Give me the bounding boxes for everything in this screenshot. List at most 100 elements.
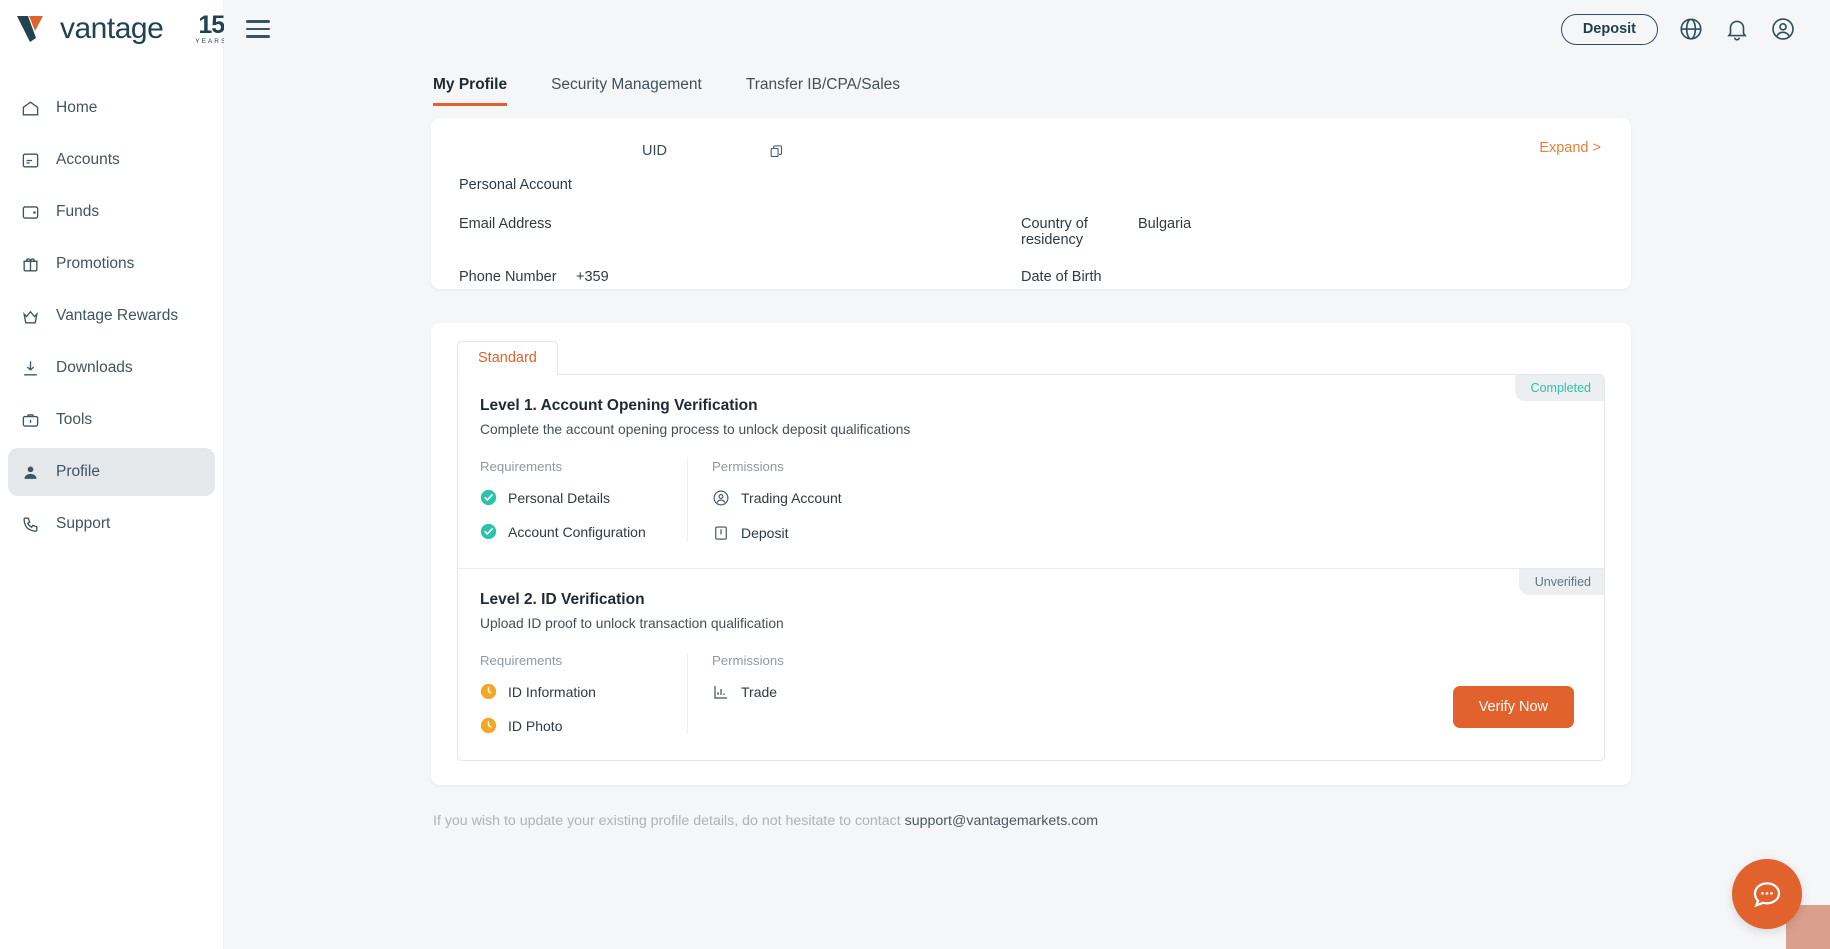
user-circle-icon <box>712 489 730 507</box>
copy-icon[interactable] <box>769 144 784 159</box>
deposit-icon <box>712 524 730 542</box>
brand-name: vantage <box>60 12 164 45</box>
clock-circle-icon <box>480 717 497 734</box>
requirements-header: Requirements <box>480 653 563 668</box>
sidebar-item-label: Vantage Rewards <box>56 307 179 324</box>
field-phone-number: Phone Number +359 <box>459 269 1021 285</box>
sidebar-item-profile[interactable]: Profile <box>8 448 215 496</box>
content-column: My Profile Security Management Transfer … <box>431 58 1631 829</box>
chart-icon <box>712 683 730 701</box>
brand-logo[interactable]: vantage 15 YEARS <box>0 0 225 58</box>
requirements-column: Requirements ID Information ID Photo <box>480 653 687 734</box>
footer-text: If you wish to update your existing prof… <box>433 813 905 829</box>
expand-link[interactable]: Expand > <box>1539 140 1601 156</box>
sidebar-item-funds[interactable]: Funds <box>8 188 215 236</box>
topbar-actions: Deposit <box>1560 13 1796 45</box>
uid-label: UID <box>642 143 667 159</box>
sidebar-item-label: Home <box>56 99 98 116</box>
tab-security-management[interactable]: Security Management <box>551 76 702 106</box>
crown-icon <box>21 307 40 326</box>
level-title: Level 2. ID Verification <box>480 591 645 608</box>
top-bar: Deposit <box>224 0 1830 58</box>
account-circle-icon[interactable] <box>1770 16 1796 42</box>
status-badge: Completed <box>1514 375 1604 401</box>
requirement-label: Personal Details <box>508 489 610 506</box>
sidebar-item-tools[interactable]: Tools <box>8 396 215 444</box>
profile-tabs: My Profile Security Management Transfer … <box>431 58 1631 106</box>
permission-item: Trade <box>712 683 1017 701</box>
gift-icon <box>21 255 40 274</box>
anniversary-label: YEARS <box>195 37 228 45</box>
sidebar-item-accounts[interactable]: Accounts <box>8 136 215 184</box>
sidebar-item-label: Funds <box>56 203 100 220</box>
requirement-label: ID Information <box>508 683 596 700</box>
verify-now-button[interactable]: Verify Now <box>1452 686 1574 728</box>
field-date-of-birth: Date of Birth <box>1021 269 1583 285</box>
profile-summary-card: UID Expand > Personal Account Email Addr… <box>431 118 1631 289</box>
sidebar-item-label: Profile <box>56 463 100 480</box>
permissions-column: Permissions Trading Account Deposit <box>687 459 1017 542</box>
permission-label: Deposit <box>741 525 789 541</box>
permission-item: Deposit <box>712 524 1017 542</box>
requirement-item: Account Configuration <box>480 523 687 540</box>
tab-transfer-ib-cpa-sales[interactable]: Transfer IB/CPA/Sales <box>746 76 900 106</box>
field-email-address: Email Address <box>459 216 1021 248</box>
page-content: My Profile Security Management Transfer … <box>224 58 1830 829</box>
level-description: Complete the account opening process to … <box>480 422 911 437</box>
chat-bubble-icon[interactable] <box>1732 859 1802 929</box>
level-columns: Requirements ID Information ID Photo Per… <box>480 653 1582 734</box>
field-label: Email Address <box>459 216 552 232</box>
toolbox-icon <box>21 411 40 430</box>
sidebar-nav: Home Accounts Funds Promotions Vantage R… <box>0 84 223 548</box>
permission-label: Trade <box>741 684 778 700</box>
requirement-item: ID Photo <box>480 717 687 734</box>
verification-level-1: Completed Level 1. Account Opening Verif… <box>458 375 1604 568</box>
sidebar-item-label: Accounts <box>56 151 120 168</box>
levels-container: Completed Level 1. Account Opening Verif… <box>457 374 1605 761</box>
person-icon <box>21 463 40 482</box>
tab-standard[interactable]: Standard <box>457 341 558 375</box>
sidebar-item-support[interactable]: Support <box>8 500 215 548</box>
anniversary-number: 15 <box>198 10 225 39</box>
requirements-column: Requirements Personal Details Account Co… <box>480 459 687 542</box>
sidebar-item-label: Promotions <box>56 255 135 272</box>
main-area: Deposit My Profile Security Management T… <box>224 0 1830 949</box>
hamburger-icon[interactable] <box>246 20 270 38</box>
anniversary-badge: 15 YEARS <box>195 10 228 46</box>
verification-level-2: Unverified Level 2. ID Verification Uplo… <box>458 568 1604 760</box>
download-icon <box>21 359 40 378</box>
sidebar-item-home[interactable]: Home <box>8 84 215 132</box>
profile-field-row: Email Address Country of residency Bulga… <box>459 216 1603 248</box>
phone-icon <box>21 515 40 534</box>
level-columns: Requirements Personal Details Account Co… <box>480 459 1582 542</box>
account-type-label: Personal Account <box>459 177 572 193</box>
support-email-link[interactable]: support@vantagemarkets.com <box>905 813 1098 829</box>
requirement-item: Personal Details <box>480 489 687 506</box>
profile-field-row: Phone Number +359 Date of Birth <box>459 269 1603 285</box>
permission-label: Trading Account <box>741 490 842 506</box>
status-badge: Unverified <box>1518 569 1604 595</box>
field-label: Country of residency <box>1021 216 1088 248</box>
verification-card: Standard Completed Level 1. Account Open… <box>431 323 1631 785</box>
sidebar-item-promotions[interactable]: Promotions <box>8 240 215 288</box>
globe-icon[interactable] <box>1678 16 1704 42</box>
verification-tier-tabs: Standard <box>457 341 1605 375</box>
permissions-header: Permissions <box>712 653 784 668</box>
tab-my-profile[interactable]: My Profile <box>433 76 508 106</box>
accounts-icon <box>21 151 40 170</box>
permissions-header: Permissions <box>712 459 784 474</box>
field-value: +359 <box>576 269 609 285</box>
requirements-header: Requirements <box>480 459 563 474</box>
vantage-v-logo-icon <box>16 14 50 44</box>
permission-item: Trading Account <box>712 489 1017 507</box>
requirement-label: Account Configuration <box>508 523 646 540</box>
level-description: Upload ID proof to unlock transaction qu… <box>480 616 784 631</box>
sidebar-item-label: Support <box>56 515 111 532</box>
bell-icon[interactable] <box>1724 16 1750 42</box>
sidebar-item-downloads[interactable]: Downloads <box>8 344 215 392</box>
sidebar-item-vantage-rewards[interactable]: Vantage Rewards <box>8 292 215 340</box>
requirement-label: ID Photo <box>508 717 563 734</box>
deposit-button[interactable]: Deposit <box>1560 13 1658 45</box>
footer-contact-note: If you wish to update your existing prof… <box>431 813 1631 829</box>
home-icon <box>21 99 40 118</box>
